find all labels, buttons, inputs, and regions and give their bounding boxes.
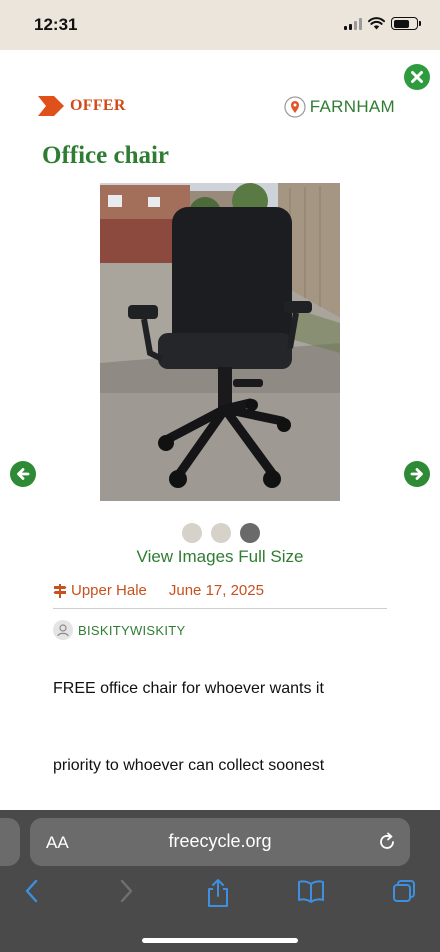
username[interactable]: BISKITYWISKITY bbox=[78, 623, 186, 638]
offer-arrow-icon bbox=[38, 96, 64, 116]
forward-icon[interactable] bbox=[116, 878, 136, 904]
wifi-icon bbox=[368, 17, 385, 30]
cellular-signal-icon bbox=[344, 17, 362, 30]
offer-label: OFFER bbox=[70, 97, 126, 114]
arrow-left-icon bbox=[17, 468, 30, 480]
description-line-2: priority to whoever can collect soonest bbox=[53, 757, 325, 774]
status-icons bbox=[344, 17, 421, 30]
url-text: freecycle.org bbox=[168, 831, 272, 851]
browser-chrome: AA freecycle.org bbox=[0, 810, 440, 952]
location-label: FARNHAM bbox=[309, 97, 395, 116]
image-pagination bbox=[182, 523, 260, 543]
image-dot-3[interactable] bbox=[240, 523, 260, 543]
listing-user[interactable]: BISKITYWISKITY bbox=[53, 620, 186, 640]
browser-toolbar bbox=[0, 872, 440, 916]
next-image-button[interactable] bbox=[404, 461, 430, 487]
image-dot-1[interactable] bbox=[182, 523, 202, 543]
close-icon[interactable] bbox=[404, 64, 430, 90]
share-icon[interactable] bbox=[205, 878, 231, 908]
description-line-1: FREE office chair for whoever wants it bbox=[53, 680, 324, 697]
arrow-right-icon bbox=[410, 468, 423, 480]
location-link[interactable]: FARNHAM bbox=[284, 96, 395, 118]
map-pin-icon bbox=[284, 96, 306, 118]
divider bbox=[53, 608, 387, 609]
listing-meta: Upper Hale June 17, 2025 bbox=[53, 582, 264, 599]
tabs-icon[interactable] bbox=[391, 878, 417, 904]
view-full-size-link[interactable]: View Images Full Size bbox=[0, 547, 440, 567]
listing-title: Office chair bbox=[42, 142, 170, 169]
bookmarks-icon[interactable] bbox=[297, 878, 325, 904]
back-icon[interactable] bbox=[22, 878, 42, 904]
image-dot-2[interactable] bbox=[211, 523, 231, 543]
previous-tab-preview[interactable] bbox=[0, 818, 20, 866]
status-bar: 12:31 bbox=[0, 0, 440, 50]
chair-photo-image bbox=[100, 183, 340, 501]
battery-icon bbox=[391, 17, 421, 30]
listing-page: OFFER FARNHAM Office chair View Images F… bbox=[0, 50, 440, 810]
address-bar[interactable]: AA freecycle.org bbox=[30, 818, 410, 866]
reload-icon[interactable] bbox=[376, 831, 398, 853]
home-indicator[interactable] bbox=[142, 938, 298, 943]
previous-image-button[interactable] bbox=[10, 461, 36, 487]
status-time: 12:31 bbox=[34, 15, 78, 34]
user-avatar-icon bbox=[53, 620, 73, 640]
signpost-icon bbox=[53, 583, 67, 598]
listing-photo[interactable] bbox=[100, 183, 340, 501]
offer-badge: OFFER bbox=[38, 96, 126, 116]
listing-date: June 17, 2025 bbox=[168, 582, 264, 599]
listing-area[interactable]: Upper Hale bbox=[71, 582, 147, 599]
